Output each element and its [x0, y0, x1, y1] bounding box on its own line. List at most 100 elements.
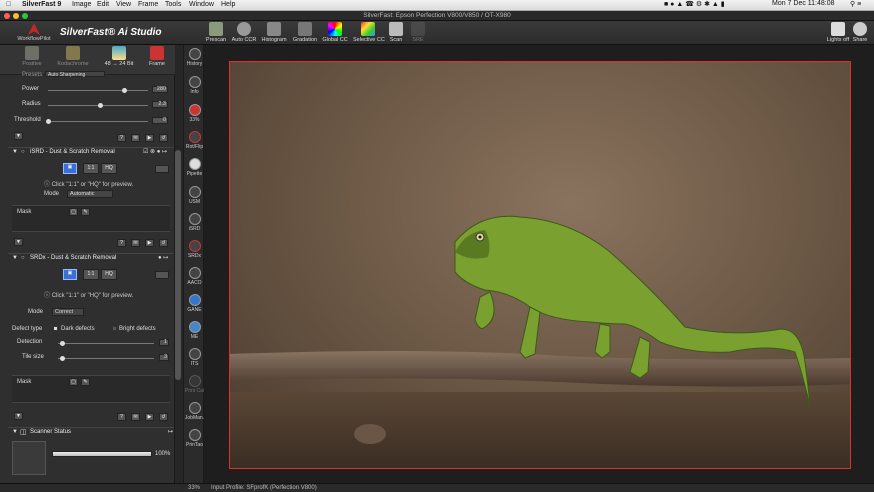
menu-app[interactable]: SilverFast 9	[22, 1, 61, 8]
srdx-section-header[interactable]: ▼ ○ SRDx - Dust & Scratch Removal ● ↦	[8, 253, 174, 262]
mode-kodachrome[interactable]: Kodachrome	[56, 46, 90, 67]
radius-slider[interactable]	[48, 103, 148, 108]
isrd-section-header[interactable]: ▼ ○ iSRD - Dust & Scratch Removal ☑ ⊗ ● …	[8, 147, 174, 156]
srdx-mask-brush-icon[interactable]: ✎	[81, 378, 90, 386]
isrd-mask-brush-icon[interactable]: ✎	[81, 208, 90, 216]
isrd-hq-button[interactable]: HQ	[101, 163, 117, 174]
play-icon-3[interactable]: ▶	[145, 413, 154, 421]
tool-srdx[interactable]: SRDx	[184, 240, 205, 259]
tool-history[interactable]: History	[184, 48, 205, 67]
tool-its[interactable]: ITS	[184, 348, 205, 367]
mode-positive[interactable]: Positive	[17, 46, 47, 67]
scanner-status-header[interactable]: ▼ ◫ Scanner Status ↦	[8, 427, 174, 436]
isrd-mask-icon[interactable]: ▢	[69, 208, 78, 216]
power-value[interactable]: 280	[152, 86, 168, 93]
srdx-mode-select[interactable]: Correct	[52, 308, 84, 316]
tool-rot-flip[interactable]: Rot/Flip	[184, 131, 205, 150]
isrd-toggle[interactable]	[155, 165, 169, 173]
srdx-1to1-button[interactable]: 1:1	[83, 269, 99, 280]
mode-48-24-bit[interactable]: 48 → 24 Bit	[102, 46, 136, 67]
menu-window[interactable]: Window	[189, 1, 214, 8]
tile-size-value[interactable]: 3	[159, 354, 169, 361]
dark-defects-checkbox[interactable]	[53, 326, 58, 331]
global-cc-button[interactable]: Global CC	[320, 22, 350, 43]
share-button[interactable]: Share	[847, 22, 873, 43]
power-knob[interactable]	[122, 88, 127, 93]
mail-icon-3[interactable]: ✉	[131, 413, 140, 421]
sre-button[interactable]: SRE	[403, 22, 433, 43]
mic-icon-2[interactable]: ▼	[14, 238, 23, 246]
prescan-button[interactable]: Prescan	[201, 22, 231, 43]
mode-frame[interactable]: Frame	[142, 46, 172, 67]
collapse-icon[interactable]: ▼	[12, 149, 18, 155]
detection-slider[interactable]	[58, 341, 154, 346]
tool-me[interactable]: ME	[184, 321, 205, 340]
srdx-preview-icon[interactable]: ▣	[63, 269, 77, 280]
mail-icon-2[interactable]: ✉	[131, 239, 140, 247]
threshold-value[interactable]: 0	[152, 117, 168, 124]
isrd-mode-select[interactable]: Automatic	[67, 190, 113, 198]
gradation-button[interactable]: Gradation	[290, 22, 320, 43]
clock[interactable]: Mon 7 Dec 11:48:08	[772, 0, 835, 7]
threshold-slider[interactable]	[46, 119, 148, 124]
tile-size-knob[interactable]	[60, 356, 65, 361]
menu-view[interactable]: View	[116, 1, 131, 8]
play-icon[interactable]: ▶	[145, 134, 154, 142]
menu-image[interactable]: Image	[72, 1, 91, 8]
isrd-controls-icons[interactable]: ☑ ⊗ ● ↦	[143, 148, 167, 155]
tool-print-cal[interactable]: Print Cal	[184, 375, 205, 394]
mic-icon[interactable]: ▼	[14, 132, 23, 140]
scanner-status-export-icon[interactable]: ↦	[168, 428, 173, 435]
scan-frame[interactable]	[229, 61, 851, 469]
reset-icon-3[interactable]: ↺	[159, 413, 168, 421]
workflowpilot-button[interactable]: WorkflowPilot	[14, 23, 54, 42]
power-slider[interactable]	[48, 88, 148, 93]
mail-icon[interactable]: ✉	[131, 134, 140, 142]
tool-jobman[interactable]: JobMan.	[184, 402, 205, 421]
menu-frame[interactable]: Frame	[138, 1, 158, 8]
auto-ccr-button[interactable]: Auto CCR	[229, 22, 259, 43]
radius-knob[interactable]	[98, 103, 103, 108]
tool-isrd[interactable]: iSRD	[184, 213, 205, 232]
threshold-knob[interactable]	[46, 119, 51, 124]
radius-value[interactable]: 2.3	[152, 101, 168, 108]
play-icon-2[interactable]: ▶	[145, 239, 154, 247]
tool-aaco-label: AACO	[187, 280, 202, 286]
search-icon[interactable]: ⚲ ≡	[850, 0, 861, 8]
menu-edit[interactable]: Edit	[97, 1, 109, 8]
detection-knob[interactable]	[60, 341, 65, 346]
help-icon-2[interactable]: ?	[117, 239, 126, 247]
histogram-button[interactable]: Histogram	[259, 22, 289, 43]
srdx-mask-icon[interactable]: ▢	[69, 378, 78, 386]
tool-info[interactable]: Info	[184, 76, 205, 95]
tool-aaco[interactable]: AACO	[184, 267, 205, 286]
usm-icon	[188, 186, 201, 198]
menu-tools[interactable]: Tools	[165, 1, 181, 8]
srdx-controls-icons[interactable]: ● ↦	[158, 254, 168, 261]
help-icon-3[interactable]: ?	[117, 413, 126, 421]
reset-icon[interactable]: ↺	[159, 134, 168, 142]
presets-select[interactable]: Auto Sharpening	[45, 71, 105, 78]
tool-printao[interactable]: PrinTao	[184, 429, 205, 448]
tool-usm[interactable]: USM	[184, 186, 205, 205]
tool-gane[interactable]: GANE	[184, 294, 205, 313]
tile-size-slider[interactable]	[58, 356, 154, 361]
help-icon[interactable]: ?	[117, 134, 126, 142]
srdx-hq-button[interactable]: HQ	[101, 269, 117, 280]
mic-icon-3[interactable]: ▼	[14, 412, 23, 420]
collapse-icon-2[interactable]: ▼	[12, 255, 18, 261]
isrd-preview-icon[interactable]: ▣	[63, 163, 77, 174]
tool-zoom[interactable]: 33%	[184, 104, 205, 123]
collapse-icon-3[interactable]: ▼	[12, 429, 18, 435]
selective-cc-button[interactable]: Selective CC	[353, 22, 385, 43]
panel-scrollbar-thumb[interactable]	[175, 150, 181, 380]
menu-help[interactable]: Help	[221, 1, 235, 8]
apple-icon[interactable]: 	[6, 1, 11, 8]
bright-defects-checkbox[interactable]	[112, 326, 117, 331]
reset-icon-2[interactable]: ↺	[159, 239, 168, 247]
tool-pipette[interactable]: Pipette	[184, 158, 205, 177]
detection-value[interactable]: 1	[159, 339, 169, 346]
status-icons[interactable]: ■ ● ▲ ☎ ⚙ ✱ ▲ ▮	[664, 0, 725, 8]
isrd-1to1-button[interactable]: 1:1	[83, 163, 99, 174]
srdx-toggle[interactable]	[155, 271, 169, 279]
